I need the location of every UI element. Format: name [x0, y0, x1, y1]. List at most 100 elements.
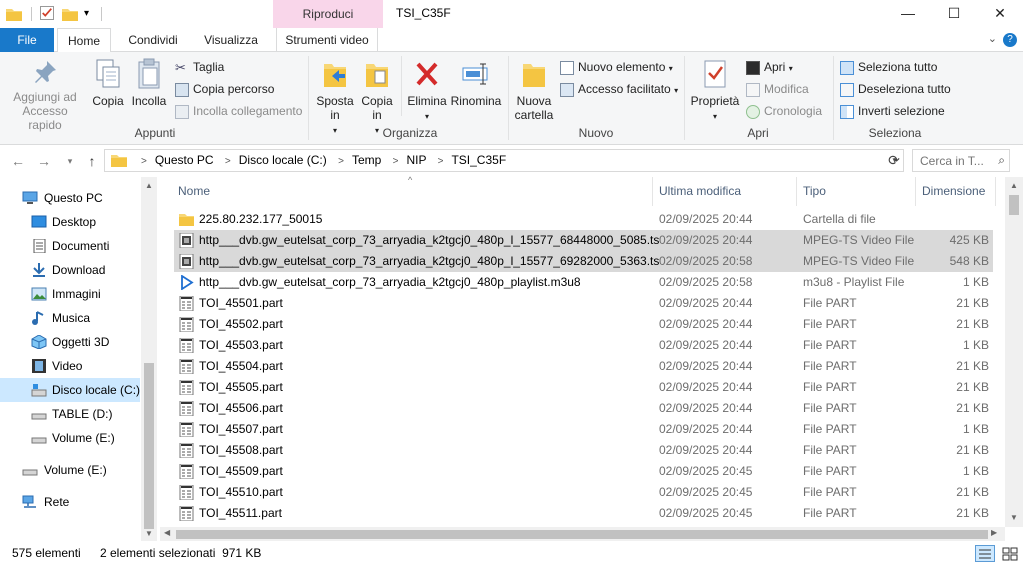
nav-item-local-disk-c[interactable]: Disco locale (C:)	[0, 378, 140, 402]
tab-video-tools[interactable]: Strumenti video	[276, 28, 378, 52]
details-view-button[interactable]	[975, 545, 995, 562]
select-none-button[interactable]: Deseleziona tutto	[840, 80, 951, 98]
breadcrumb-item[interactable]: Temp	[352, 153, 381, 167]
file-row[interactable]: TOI_45504.part 02/09/2025 20:44 File PART 2…	[174, 356, 993, 377]
nav-item-documents[interactable]: Documenti	[0, 234, 140, 258]
chevron-down-icon[interactable]: ⌄	[988, 33, 997, 45]
open-button[interactable]: Apri ▾	[746, 58, 793, 76]
nav-item-table-d[interactable]: TABLE (D:)	[0, 402, 140, 426]
minimize-button[interactable]: —	[885, 0, 931, 28]
scroll-right-icon[interactable]: ▶	[991, 528, 997, 537]
chevron-right-icon[interactable]: >	[438, 156, 444, 167]
file-row[interactable]: 225.80.232.177_50015 02/09/2025 20:44 Cart…	[174, 209, 993, 230]
properties-icon[interactable]	[40, 6, 54, 20]
scroll-left-icon[interactable]: ◀	[164, 528, 170, 537]
chevron-right-icon[interactable]: >	[225, 156, 231, 167]
easy-access-button[interactable]: Accesso facilitato ▾	[560, 80, 678, 98]
new-folder-icon[interactable]	[62, 7, 78, 21]
large-icons-view-button[interactable]	[1000, 545, 1020, 562]
nav-item-video[interactable]: Video	[0, 354, 140, 378]
column-header-type[interactable]: Tipo	[803, 177, 826, 206]
scroll-up-icon[interactable]: ▲	[1010, 181, 1018, 190]
history-button[interactable]: Cronologia	[746, 102, 822, 120]
divider[interactable]	[995, 177, 996, 206]
scroll-up-icon[interactable]: ▲	[145, 181, 153, 190]
copy-button[interactable]: Copia	[90, 58, 126, 108]
pin-quick-access-button[interactable]: Aggiungi ad Accesso rapido	[4, 58, 86, 132]
file-row[interactable]: http___dvb.gw_eutelsat_corp_73_arryadia_…	[174, 272, 993, 293]
nav-item-network[interactable]: Rete	[0, 490, 140, 514]
tab-home[interactable]: Home	[57, 28, 111, 53]
tab-share[interactable]: Condividi	[118, 28, 188, 52]
recent-locations-button[interactable]: ▾	[60, 150, 80, 172]
file-row[interactable]: TOI_45503.part 02/09/2025 20:44 File PART 1…	[174, 335, 993, 356]
file-row[interactable]: TOI_45507.part 02/09/2025 20:44 File PART 1…	[174, 419, 993, 440]
nav-scrollbar-thumb[interactable]	[144, 363, 154, 529]
nav-item-pictures[interactable]: Immagini	[0, 282, 140, 306]
column-header-date[interactable]: Ultima modifica	[659, 177, 741, 206]
chevron-right-icon[interactable]: >	[393, 156, 399, 167]
file-row[interactable]: TOI_45502.part 02/09/2025 20:44 File PART 2…	[174, 314, 993, 335]
file-row[interactable]: http___dvb.gw_eutelsat_corp_73_arryadia_…	[174, 230, 993, 251]
breadcrumb-item[interactable]: TSI_C35F	[451, 153, 506, 167]
horizontal-scrollbar-thumb[interactable]	[176, 530, 988, 539]
nav-item-music[interactable]: Musica	[0, 306, 140, 330]
context-tab-play[interactable]: Riproduci	[273, 0, 383, 28]
new-folder-button[interactable]: Nuova cartella	[512, 58, 556, 122]
file-row[interactable]: TOI_45511.part 02/09/2025 20:45 File PART 2…	[174, 503, 993, 524]
file-row[interactable]: TOI_45508.part 02/09/2025 20:44 File PART 2…	[174, 440, 993, 461]
breadcrumb-item[interactable]: Questo PC	[155, 153, 214, 167]
copy-path-button[interactable]: Copia percorso	[175, 80, 274, 98]
cut-button[interactable]: ✂ Taglia	[175, 58, 224, 76]
nav-scrollbar[interactable]: ▲ ▼	[141, 177, 157, 541]
file-row[interactable]: TOI_45510.part 02/09/2025 20:45 File PART 2…	[174, 482, 993, 503]
scroll-down-icon[interactable]: ▼	[145, 529, 153, 538]
tab-file[interactable]: File	[0, 28, 54, 52]
breadcrumb-item[interactable]: Disco locale (C:)	[239, 153, 327, 167]
file-row[interactable]: TOI_45505.part 02/09/2025 20:44 File PART 2…	[174, 377, 993, 398]
properties-button[interactable]: Proprietà ▾	[690, 58, 740, 124]
new-item-button[interactable]: Nuovo elemento ▾	[560, 58, 673, 76]
tab-view[interactable]: Visualizza	[195, 28, 267, 52]
maximize-button[interactable]: ☐	[931, 0, 977, 28]
nav-item-this-pc[interactable]: Questo PC	[0, 186, 140, 210]
up-button[interactable]: ↑	[82, 150, 102, 172]
nav-item-volume-e[interactable]: Volume (E:)	[0, 426, 140, 450]
part-file-icon	[179, 505, 194, 522]
rename-button[interactable]: Rinomina	[449, 58, 503, 108]
chevron-right-icon[interactable]: >	[338, 156, 344, 167]
breadcrumb-item[interactable]: NIP	[406, 153, 426, 167]
move-to-button[interactable]: Sposta in ▾	[314, 58, 356, 138]
divider[interactable]	[915, 177, 916, 206]
help-icon[interactable]: ?	[1003, 33, 1017, 47]
nav-item-3d-objects[interactable]: Oggetti 3D	[0, 330, 140, 354]
divider[interactable]	[796, 177, 797, 206]
nav-item-desktop[interactable]: Desktop	[0, 210, 140, 234]
column-header-name[interactable]: Nome	[178, 177, 210, 206]
file-row[interactable]: TOI_45506.part 02/09/2025 20:44 File PART 2…	[174, 398, 993, 419]
address-bar[interactable]: > Questo PC > Disco locale (C:) > Temp > NIP…	[104, 149, 904, 172]
refresh-icon[interactable]: ⟳	[884, 150, 904, 171]
vertical-scrollbar[interactable]: ▲ ▼	[1005, 177, 1023, 527]
paste-button[interactable]: Incolla	[130, 58, 168, 108]
nav-item-download[interactable]: Download	[0, 258, 140, 282]
customize-toolbar-icon[interactable]: ▾	[84, 8, 94, 22]
edit-button[interactable]: Modifica	[746, 80, 809, 98]
paste-shortcut-button[interactable]: Incolla collegamento	[175, 102, 302, 120]
vertical-scrollbar-thumb[interactable]	[1009, 195, 1019, 215]
file-row[interactable]: TOI_45501.part 02/09/2025 20:44 File PART 2…	[174, 293, 993, 314]
horizontal-scrollbar[interactable]: ◀ ▶	[160, 527, 1005, 541]
back-button[interactable]: ←	[8, 150, 28, 172]
file-row[interactable]: http___dvb.gw_eutelsat_corp_73_arryadia_…	[174, 251, 993, 272]
column-header-size[interactable]: Dimensione	[922, 177, 985, 206]
divider[interactable]	[652, 177, 653, 206]
close-button[interactable]: ✕	[977, 0, 1023, 28]
forward-button[interactable]: →	[34, 150, 54, 172]
nav-item-volume-e-root[interactable]: Volume (E:)	[0, 458, 140, 482]
select-all-button[interactable]: Seleziona tutto	[840, 58, 937, 76]
delete-button[interactable]: Elimina ▾	[406, 58, 448, 124]
scroll-down-icon[interactable]: ▼	[1010, 513, 1018, 522]
invert-selection-button[interactable]: Inverti selezione	[840, 102, 945, 120]
search-input[interactable]	[913, 150, 989, 171]
file-row[interactable]: TOI_45509.part 02/09/2025 20:45 File PART 1…	[174, 461, 993, 482]
